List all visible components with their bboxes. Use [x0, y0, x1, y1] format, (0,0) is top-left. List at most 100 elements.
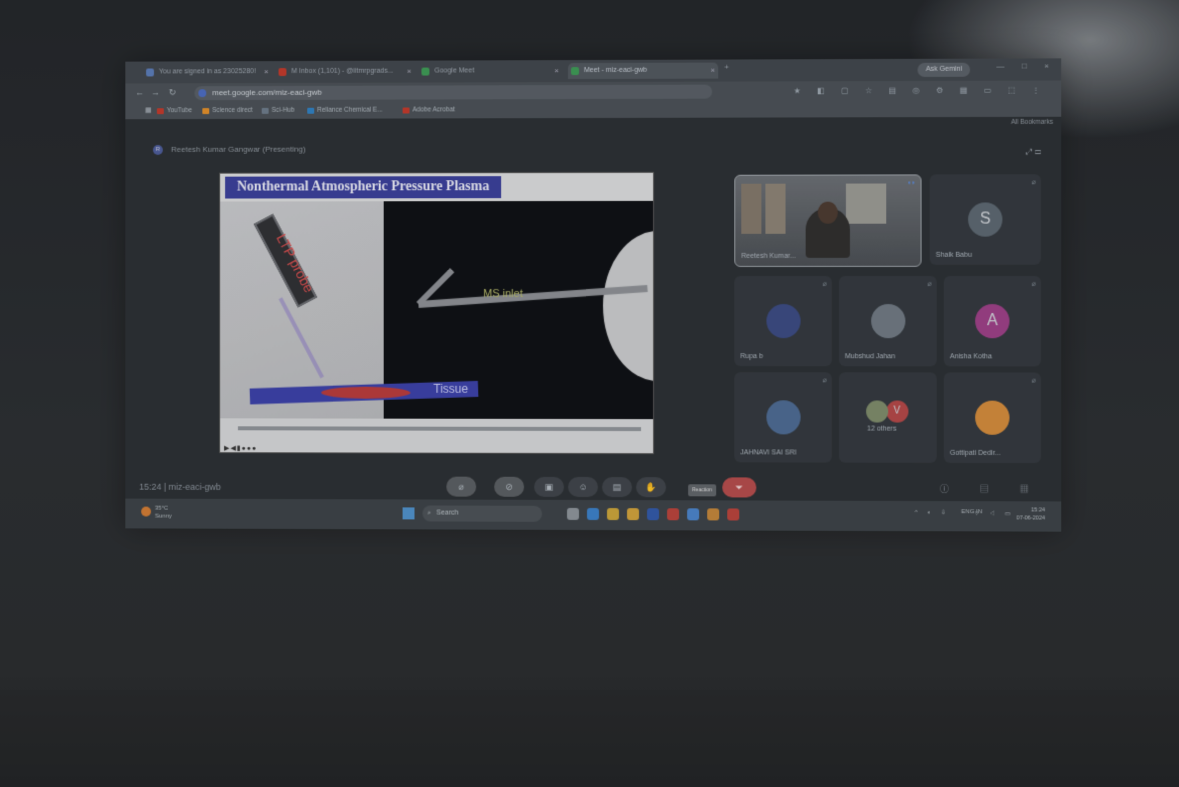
- reliance-icon: [307, 107, 315, 114]
- raise-hand-icon[interactable]: ✋: [636, 477, 667, 498]
- close-tab-icon[interactable]: ×: [264, 64, 269, 80]
- tissue-sample-illustration: [321, 386, 411, 399]
- close-tab-icon[interactable]: ×: [554, 63, 559, 79]
- media-controls-icon[interactable]: ▶◀▮●●●: [224, 444, 257, 452]
- weather-desc: Sunny: [154, 513, 172, 520]
- participant-name: 12 others: [867, 425, 897, 433]
- participant-tile[interactable]: A ⌀ Anisha Kotha: [943, 275, 1041, 367]
- slide-video-bar: ▶◀▮●●●: [220, 418, 654, 455]
- new-tab-icon[interactable]: +: [724, 63, 729, 72]
- projected-screen: You are signed in as 23025280! × M Inbox…: [125, 58, 1062, 532]
- participant-video-face: [817, 201, 838, 224]
- windows-start-icon[interactable]: [402, 507, 415, 520]
- adobe-icon: [402, 107, 410, 114]
- leave-call-button[interactable]: ⏷: [722, 477, 757, 498]
- participant-name: Rupa b: [740, 353, 763, 361]
- tab-label: M Inbox (1,101) - @iitmrpgrads...: [291, 67, 394, 75]
- present-icon[interactable]: ▤: [601, 477, 633, 498]
- word-icon[interactable]: [647, 508, 660, 521]
- science-direct-icon: [202, 108, 210, 115]
- close-tab-icon[interactable]: ×: [711, 63, 716, 79]
- weather-widget[interactable]: 35°C Sunny: [141, 505, 172, 521]
- browser-tab-bar: You are signed in as 23025280! × M Inbox…: [125, 58, 1062, 84]
- all-bookmarks-link[interactable]: All Bookmarks: [1011, 119, 1053, 126]
- bookmark-label: Reliance Chemical E...: [317, 106, 383, 114]
- participant-name: JAHNAVI SAI SRI: [740, 449, 797, 457]
- back-icon[interactable]: ←: [135, 87, 144, 97]
- captions-icon[interactable]: ▣: [534, 476, 565, 497]
- taskbar-search[interactable]: ⌕ Search: [422, 505, 543, 522]
- presenter-label: R Reetesh Kumar Gangwar (Presenting): [152, 145, 306, 155]
- taskbar-clock[interactable]: 15:24 07-06-2024: [1016, 506, 1045, 522]
- app-icon[interactable]: [707, 508, 720, 521]
- participant-tile-video[interactable]: ◖◗ Reetesh Kumar...: [734, 174, 922, 267]
- address-bar: ← → ↻ meet.google.com/miz-eaci-gwb ★ ◧ ▢…: [125, 80, 1062, 104]
- sun-icon: [141, 506, 151, 517]
- minimize-icon[interactable]: —: [996, 62, 1004, 71]
- avatar: S: [968, 202, 1003, 237]
- meet-icon: [571, 67, 580, 76]
- youtube-icon: [156, 108, 164, 115]
- emoji-icon[interactable]: ☺: [568, 476, 598, 498]
- participant-tile[interactable]: ⌀ Gottipati Dedir...: [943, 372, 1041, 464]
- browser-tab-active[interactable]: Meet - miz-eaci-gwb ×: [568, 62, 719, 80]
- ms-disc-illustration: [602, 230, 655, 382]
- close-tab-icon[interactable]: ×: [407, 64, 412, 80]
- participant-tile[interactable]: ⌀ JAHNAVI SAI SRI: [734, 372, 832, 463]
- camera-toggle-button[interactable]: ⊘: [494, 476, 525, 497]
- file-explorer-icon[interactable]: [567, 507, 580, 520]
- chrome-icon[interactable]: [607, 508, 620, 521]
- browser-tab[interactable]: M Inbox (1,101) - @iitmrpgrads... ×: [276, 64, 415, 80]
- slide-header: Nonthermal Atmospheric Pressure Plasma: [220, 172, 654, 202]
- tissue-label: Tissue: [433, 381, 469, 396]
- slide-video-progress[interactable]: [237, 426, 642, 432]
- control-tooltip: Reaction: [688, 484, 716, 497]
- tab-label: You are signed in as 23025280!: [158, 68, 256, 76]
- tab-favicon-icon: [146, 68, 154, 77]
- close-window-icon[interactable]: ×: [1044, 61, 1049, 70]
- bookmark-label: Sci-Hub: [271, 106, 295, 114]
- network-volume-icons[interactable]: ⌔ ◁ ▭: [974, 509, 1015, 517]
- participant-name: Mubshud Jahan: [844, 353, 896, 361]
- gmail-icon: [278, 68, 287, 77]
- apps-icon[interactable]: ▦: [135, 105, 151, 117]
- layout-icon[interactable]: ⤢ ▭: [1026, 147, 1041, 157]
- participant-tile[interactable]: ⌀ Rupa b: [734, 275, 832, 367]
- acrobat-icon[interactable]: [727, 508, 740, 521]
- bookmark-sci-hub[interactable]: Sci-Hub: [261, 105, 295, 117]
- app-icon[interactable]: [687, 508, 700, 521]
- participant-tile[interactable]: S ⌀ Shaik Babu: [929, 174, 1041, 265]
- weather-temp: 35°C: [154, 505, 169, 512]
- edge-icon[interactable]: [587, 507, 599, 521]
- bookmark-science-direct[interactable]: Science direct: [202, 105, 253, 117]
- site-info-icon[interactable]: [198, 89, 207, 98]
- browser-tab[interactable]: Google Meet ×: [418, 63, 562, 79]
- bookshelf-illustration: [741, 183, 762, 234]
- participant-tile[interactable]: ⌀ Mubshud Jahan: [838, 275, 937, 367]
- mic-off-icon: ⌀: [822, 377, 827, 385]
- system-tray-icons[interactable]: ^ ◐ ⇩: [915, 509, 950, 516]
- participant-tile-others[interactable]: V 12 others: [838, 372, 937, 463]
- avatar: [870, 304, 905, 339]
- meet-controls-bar: 15:24 | miz-eaci-gwb ⌀ ⊘ ▣ ☺ ▤ ✋ Reactio…: [125, 472, 1061, 503]
- mic-toggle-button[interactable]: ⌀: [446, 476, 477, 497]
- extension-icons[interactable]: ★ ◧ ▢ ☆ ▤ ◎ ⚙ ▦ ▭ ⬚ ⋮: [793, 86, 1047, 96]
- meeting-side-icons[interactable]: ⓘ ▤ ▦: [940, 482, 1043, 495]
- forward-icon[interactable]: →: [151, 87, 160, 97]
- room-floor: [0, 690, 1179, 787]
- folder-icon[interactable]: [627, 508, 640, 521]
- bookmark-youtube[interactable]: YouTube: [156, 105, 192, 117]
- shared-slide: Nonthermal Atmospheric Pressure Plasma L…: [219, 171, 655, 455]
- maximize-icon[interactable]: □: [1022, 61, 1027, 70]
- mic-off-icon: ⌀: [927, 280, 932, 288]
- mic-off-icon: ⌀: [1031, 179, 1036, 187]
- meeting-time-code: 15:24 | miz-eaci-gwb: [139, 481, 222, 492]
- url-input[interactable]: meet.google.com/miz-eaci-gwb: [194, 84, 713, 101]
- browser-tab[interactable]: You are signed in as 23025280! ×: [143, 64, 271, 80]
- app-icon[interactable]: [667, 508, 680, 521]
- bookmark-adobe[interactable]: Adobe Acrobat: [402, 104, 455, 116]
- ask-gemini-button[interactable]: Ask Gemini: [917, 62, 971, 77]
- reload-icon[interactable]: ↻: [169, 87, 176, 98]
- bookmark-reliance[interactable]: Reliance Chemical E...: [307, 105, 382, 117]
- avatar: V: [885, 400, 908, 423]
